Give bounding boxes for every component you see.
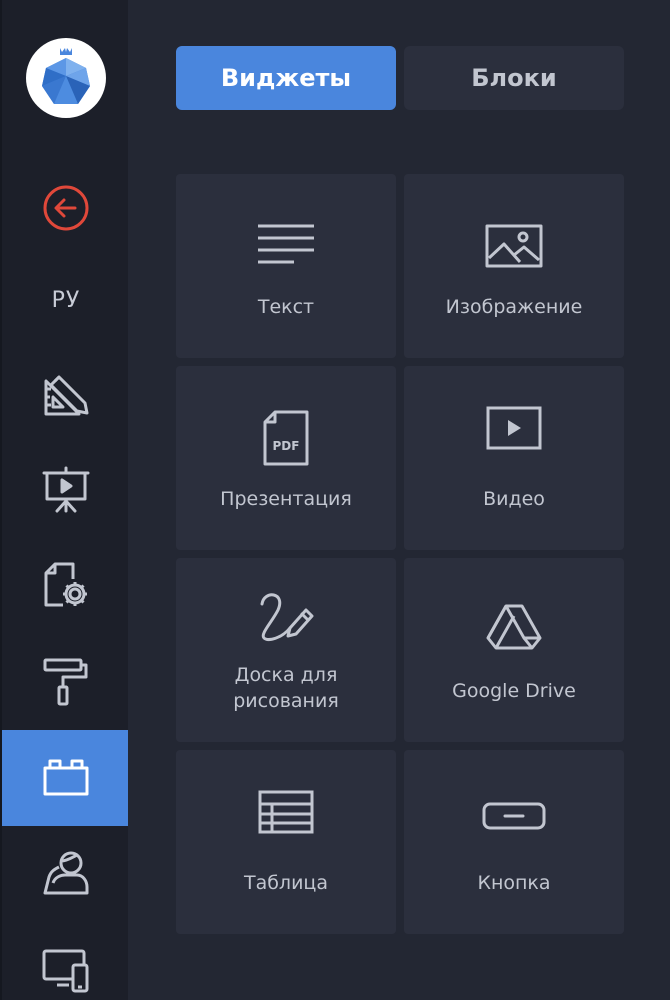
widget-label: Видео (483, 488, 545, 510)
widget-label: Доска для рисования (233, 664, 339, 712)
widget-table[interactable]: Таблица (176, 750, 396, 934)
crystal-logo-icon (42, 48, 90, 104)
widget-drawing-board[interactable]: Доска для рисования (176, 558, 396, 742)
image-icon (485, 224, 543, 268)
back-button[interactable] (2, 160, 130, 256)
widget-presentation[interactable]: PDF Презентация (176, 366, 396, 550)
widget-label: Текст (257, 296, 315, 318)
widget-text[interactable]: Текст (176, 174, 396, 358)
sidebar-item-devices[interactable] (2, 922, 130, 1000)
video-play-icon (486, 406, 542, 450)
file-gear-icon (44, 562, 87, 607)
button-icon (482, 802, 546, 830)
widget-label: Google Drive (452, 680, 576, 702)
widget-video[interactable]: Видео (404, 366, 624, 550)
language-switch[interactable]: РУ (2, 252, 130, 348)
paint-roller-icon (43, 658, 88, 706)
pdf-file-icon: PDF (263, 410, 309, 466)
pdf-icon-text: PDF (273, 439, 300, 453)
tab-blocks[interactable]: Блоки (404, 46, 624, 110)
sidebar-item-theme[interactable] (2, 634, 130, 730)
widget-label: Изображение (445, 296, 583, 318)
widget-label: Кнопка (477, 872, 551, 894)
widget-label: Таблица (243, 872, 329, 894)
sidebar: РУ (0, 0, 130, 1000)
tab-widgets[interactable]: Виджеты (176, 46, 396, 110)
google-drive-icon (486, 604, 542, 650)
widget-label: Презентация (220, 488, 352, 510)
back-arrow-icon (43, 185, 89, 231)
sidebar-item-presentation[interactable] (2, 442, 130, 538)
language-label: РУ (51, 287, 81, 313)
drawing-pen-icon (260, 593, 314, 642)
text-lines-icon (258, 224, 314, 264)
sidebar-item-widgets[interactable] (2, 730, 130, 826)
ruler-pencil-icon (44, 375, 89, 416)
table-icon (258, 790, 314, 834)
widget-button[interactable]: Кнопка (404, 750, 624, 934)
widget-image[interactable]: Изображение (404, 174, 624, 358)
sidebar-item-settings[interactable] (2, 538, 130, 634)
logo[interactable] (26, 38, 106, 118)
blocks-icon (43, 759, 89, 796)
widgets-panel: Виджеты Блоки Текст Изображение PDF През… (128, 0, 670, 1000)
sidebar-item-users[interactable] (2, 826, 130, 922)
user-icon (43, 851, 89, 895)
sidebar-item-design[interactable] (2, 346, 130, 442)
presentation-board-icon (42, 466, 90, 513)
widget-google-drive[interactable]: Google Drive (404, 558, 624, 742)
devices-icon (42, 949, 89, 993)
